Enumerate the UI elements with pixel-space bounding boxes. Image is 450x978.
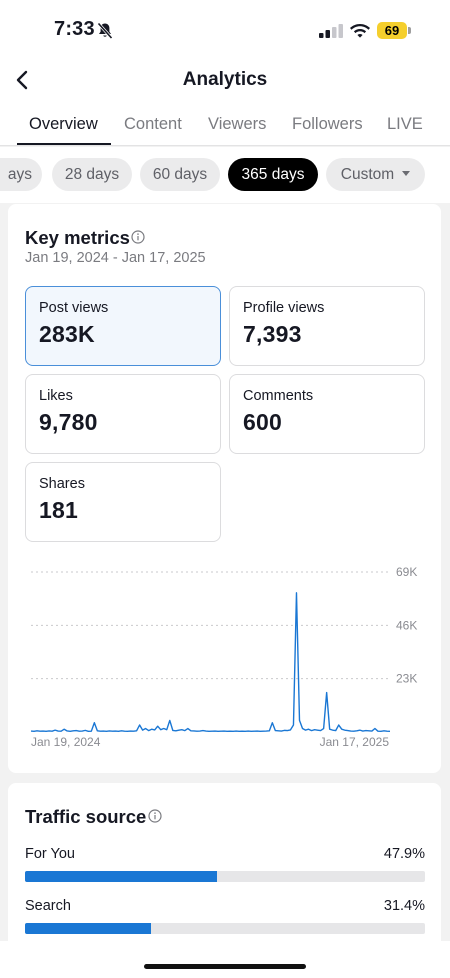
tab-live[interactable]: LIVE bbox=[387, 115, 423, 134]
tab-viewers[interactable]: Viewers bbox=[208, 115, 266, 134]
status-time: 7:33 bbox=[54, 18, 95, 40]
battery-level: 69 bbox=[377, 22, 407, 39]
status-bar: 7:33 69 bbox=[0, 0, 450, 62]
traffic-source-percent: 47.9% bbox=[383, 846, 425, 862]
key-metrics-title: Key metrics bbox=[25, 227, 130, 248]
metric-label: Comments bbox=[243, 388, 314, 404]
nav-bar: Analytics bbox=[0, 62, 450, 100]
date-range-selector: ays 28 days 60 days 365 days Custom bbox=[0, 147, 450, 203]
date-range-text: Jan 19, 2024 - Jan 17, 2025 bbox=[25, 250, 206, 266]
traffic-bar-track bbox=[25, 923, 425, 934]
range-chip-28-days[interactable]: 28 days bbox=[52, 158, 132, 191]
metric-card-shares[interactable]: Shares 181 bbox=[25, 462, 221, 542]
metric-value: 181 bbox=[39, 497, 78, 523]
traffic-bar-fill bbox=[25, 923, 151, 934]
metric-value: 283K bbox=[39, 321, 95, 347]
range-chip-label: Custom bbox=[340, 166, 395, 183]
metric-label: Profile views bbox=[243, 300, 325, 316]
traffic-source-title: Traffic source bbox=[25, 806, 147, 827]
x-tick-label: Jan 19, 2024 bbox=[31, 735, 101, 749]
traffic-source-label: Search bbox=[25, 898, 71, 914]
range-chip-label: 28 days bbox=[64, 166, 120, 183]
home-indicator bbox=[144, 964, 306, 969]
tab-content[interactable]: Content bbox=[124, 115, 182, 134]
key-metrics-card: Key metrics Jan 19, 2024 - Jan 17, 2025 … bbox=[8, 204, 441, 773]
range-chip-label: 365 days bbox=[241, 166, 305, 183]
active-tab-indicator bbox=[17, 143, 111, 145]
metric-card-profile-views[interactable]: Profile views 7,393 bbox=[229, 286, 425, 366]
range-chip-365-days[interactable]: 365 days bbox=[228, 158, 318, 191]
page-title: Analytics bbox=[182, 69, 268, 90]
y-tick-label: 23K bbox=[396, 672, 417, 686]
x-tick-label: Jan 17, 2025 bbox=[320, 735, 390, 749]
range-chip-7-days[interactable]: ays bbox=[0, 158, 42, 191]
metric-card-post-views[interactable]: Post views 283K bbox=[25, 286, 221, 366]
metric-value: 7,393 bbox=[243, 321, 302, 347]
bell-slash-icon bbox=[97, 22, 113, 40]
range-chip-label: 60 days bbox=[152, 166, 208, 183]
metric-card-comments[interactable]: Comments 600 bbox=[229, 374, 425, 454]
chart-grid bbox=[31, 571, 390, 680]
bottom-safe-area bbox=[0, 941, 450, 978]
metric-value: 9,780 bbox=[39, 409, 98, 435]
metric-label: Post views bbox=[39, 300, 109, 316]
range-chip-label: ays bbox=[7, 166, 32, 183]
tab-bar: Overview Content Viewers Followers LIVE bbox=[0, 100, 450, 146]
tab-followers[interactable]: Followers bbox=[292, 115, 363, 134]
info-icon[interactable] bbox=[131, 230, 145, 244]
traffic-source-card: Traffic source For You 47.9% Search 31.4… bbox=[8, 783, 441, 941]
metric-label: Shares bbox=[39, 476, 85, 492]
y-tick-label: 69K bbox=[396, 565, 417, 579]
battery-icon: 69 bbox=[377, 22, 411, 39]
metric-label: Likes bbox=[39, 388, 73, 404]
traffic-source-percent: 31.4% bbox=[383, 898, 425, 914]
metric-card-likes[interactable]: Likes 9,780 bbox=[25, 374, 221, 454]
post-views-series-line bbox=[30, 592, 391, 732]
wifi-icon bbox=[350, 24, 370, 38]
traffic-bar-track bbox=[25, 871, 425, 882]
signal-icon bbox=[319, 24, 343, 38]
chart-y-axis: 69K 46K 23K bbox=[396, 565, 417, 686]
traffic-bar-fill bbox=[25, 871, 217, 882]
post-views-line-chart: 69K 46K 23K Jan 19, 2024 Jan 17, 2025 bbox=[30, 565, 417, 749]
range-chip-60-days[interactable]: 60 days bbox=[140, 158, 220, 191]
y-tick-label: 46K bbox=[396, 618, 417, 632]
range-chip-custom[interactable]: Custom bbox=[326, 158, 425, 191]
tab-overview[interactable]: Overview bbox=[29, 115, 98, 134]
metric-value: 600 bbox=[243, 409, 282, 435]
caret-down-icon bbox=[402, 171, 411, 177]
info-icon[interactable] bbox=[148, 809, 162, 823]
battery-cap bbox=[408, 27, 411, 34]
traffic-source-label: For You bbox=[25, 846, 75, 862]
